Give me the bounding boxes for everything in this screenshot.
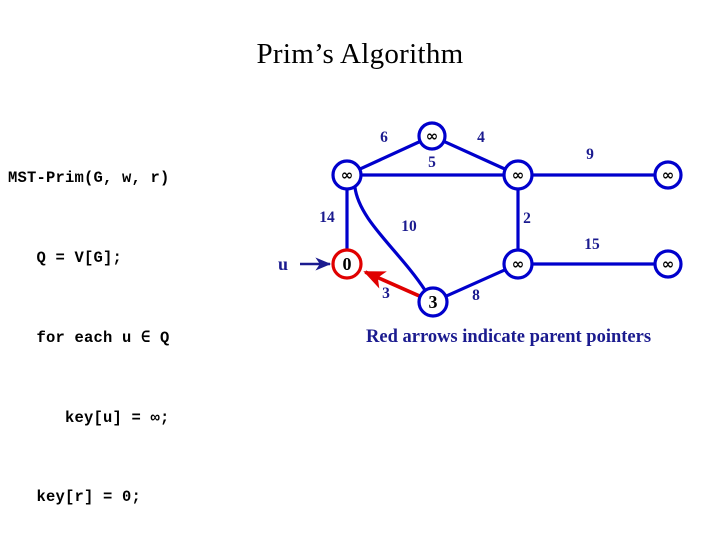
edge-weight-label: 8 <box>472 287 480 304</box>
edge-weight-label: 14 <box>319 209 335 226</box>
graph-node-key-label: ∞ <box>426 127 439 145</box>
edge-layer <box>345 139 656 299</box>
graph-node-key-label: ∞ <box>512 255 525 273</box>
graph-edge <box>358 139 422 172</box>
current-vertex-label: u <box>278 254 289 274</box>
graph-node-key-label: ∞ <box>662 166 675 184</box>
edge-weight-label: 6 <box>380 129 388 146</box>
edge-weight-label: 9 <box>586 146 594 163</box>
graph-edge <box>442 139 507 172</box>
edge-weight-label: 10 <box>401 218 417 235</box>
slide-canvas: Prim’s Algorithm MST-Prim(G, w, r) Q = V… <box>0 0 720 540</box>
graph-node-key-label: 0 <box>343 254 352 274</box>
red-arrow-legend: Red arrows indicate parent pointers <box>366 327 652 347</box>
edge-weight-label: 15 <box>584 236 600 253</box>
edge-weight-label: 3 <box>382 285 390 302</box>
edge-weight-label: 5 <box>428 154 436 171</box>
graph-node-key-label: ∞ <box>662 255 675 273</box>
graph-diagram: ∞ ∞ ∞ ∞ 0 3 ∞ ∞ 6 4 5 9 14 10 2 8 15 3 <box>300 121 683 318</box>
parent-pointer-arrow <box>363 270 421 298</box>
graph-node-key-label: ∞ <box>512 166 525 184</box>
graph-node-key-label: 3 <box>429 292 438 312</box>
edge-weight-label: 2 <box>523 210 531 227</box>
edge-weight-layer: 6 4 5 9 14 10 2 8 15 3 <box>319 129 600 304</box>
graph-edge <box>353 184 427 293</box>
edge-weight-label: 4 <box>477 129 485 146</box>
graph-node-key-label: ∞ <box>341 166 354 184</box>
